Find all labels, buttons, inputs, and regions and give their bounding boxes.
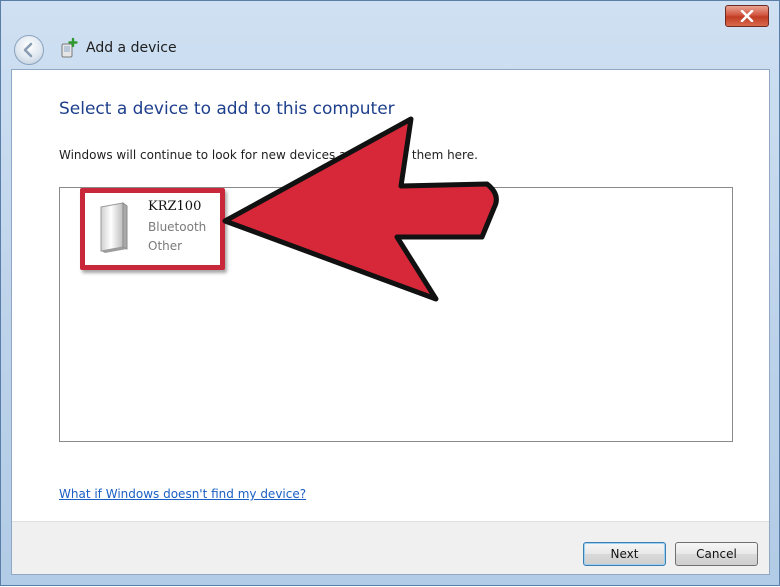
device-name: KRZ100	[148, 199, 202, 214]
back-arrow-icon	[23, 42, 33, 58]
help-link[interactable]: What if Windows doesn't find my device?	[59, 487, 306, 501]
close-button[interactable]	[725, 5, 769, 27]
device-type: Bluetooth	[148, 220, 207, 234]
add-device-icon	[61, 37, 78, 58]
device-tower-icon	[100, 202, 128, 253]
cancel-button[interactable]: Cancel	[675, 542, 758, 566]
back-button[interactable]	[14, 35, 44, 65]
close-icon	[740, 10, 754, 22]
wizard-content: Select a device to add to this computer …	[11, 69, 770, 575]
next-button[interactable]: Next	[583, 542, 666, 566]
page-heading: Select a device to add to this computer	[59, 99, 395, 119]
device-category: Other	[148, 239, 183, 253]
window-title: Add a device	[86, 40, 177, 56]
add-device-window: Add a device Select a device to add to t…	[0, 0, 780, 586]
device-item-krz100[interactable]: KRZ100 Bluetooth Other	[80, 188, 225, 270]
search-status-text: Windows will continue to look for new de…	[59, 148, 478, 162]
device-list[interactable]: KRZ100 Bluetooth Other	[59, 187, 733, 442]
